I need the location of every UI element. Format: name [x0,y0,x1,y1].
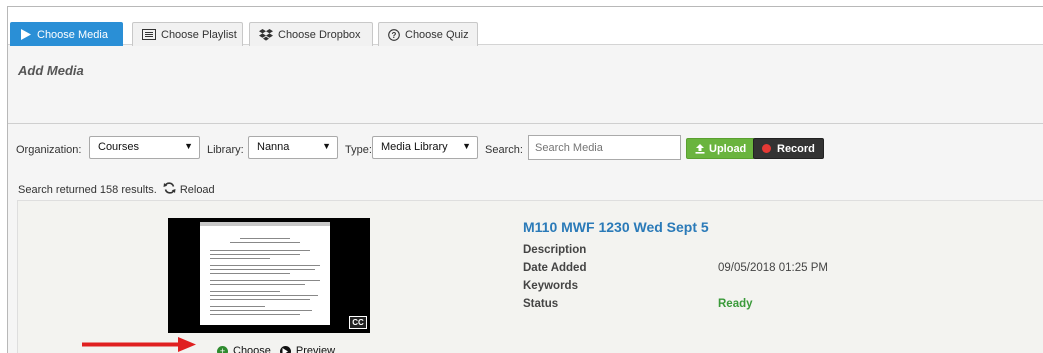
date-added-label: Date Added [523,262,587,274]
tab-choose-media[interactable]: Choose Media [10,22,123,46]
status-value: Ready [718,298,753,310]
playlist-icon [142,29,156,40]
svg-text:?: ? [392,31,397,40]
record-button[interactable]: Record [753,138,824,159]
search-input[interactable] [528,135,681,160]
tab-label: Choose Quiz [405,28,469,41]
choose-button[interactable]: + Choose [217,345,271,353]
media-title-link[interactable]: M110 MWF 1230 Wed Sept 5 [523,219,709,235]
header-area: Add Media [8,46,1043,124]
keywords-label: Keywords [523,280,578,292]
organization-select[interactable]: Courses ▼ [89,136,200,159]
results-count: Search returned 158 results. [18,183,157,196]
search-label: Search: [485,144,523,156]
plus-circle-icon: + [217,345,228,353]
reload-icon [163,182,176,197]
organization-value: Courses [98,141,139,153]
upload-button[interactable]: Upload [686,138,756,159]
tab-choose-quiz[interactable]: ? Choose Quiz [378,22,478,46]
tab-choose-dropbox[interactable]: Choose Dropbox [249,22,373,46]
organization-label: Organization: [16,144,82,156]
description-label: Description [523,244,587,256]
closed-captions-icon: CC [349,316,367,329]
library-label: Library: [207,144,244,156]
annotation-arrow-icon [82,337,196,352]
library-value: Nanna [257,141,290,153]
status-label: Status [523,298,559,310]
dropdown-arrow-icon: ▼ [184,141,193,151]
document-preview-image [200,222,330,325]
media-result-item: CC + Choose Preview M110 MWF 1230 Wed Se… [17,200,1043,353]
type-select[interactable]: Media Library ▼ [372,136,478,159]
library-select[interactable]: Nanna ▼ [248,136,338,159]
tab-label: Choose Dropbox [278,28,361,41]
type-value: Media Library [381,141,448,153]
dropbox-icon [259,28,273,41]
choose-label: Choose [233,345,271,353]
record-label: Record [777,142,815,155]
preview-button[interactable]: Preview [279,345,336,353]
media-thumbnail[interactable]: CC [168,218,370,333]
tab-label: Choose Playlist [161,28,237,41]
item-actions: + Choose Preview [217,345,344,353]
upload-icon [695,143,705,154]
preview-label: Preview [295,345,336,353]
play-icon [20,29,32,40]
upload-label: Upload [709,142,747,155]
question-icon: ? [388,28,400,41]
tab-bar: Choose Media Choose Playlist Choose Drop… [8,7,1043,46]
media-chooser-window: Choose Media Choose Playlist Choose Drop… [7,6,1043,353]
reload-label: Reload [179,183,215,196]
page-title: Add Media [18,63,84,78]
tab-label: Choose Media [37,28,108,41]
dropdown-arrow-icon: ▼ [322,141,331,151]
tab-choose-playlist[interactable]: Choose Playlist [132,22,243,46]
reload-link[interactable]: Reload [163,182,215,197]
type-label: Type: [345,144,372,156]
results-summary: Search returned 158 results. Reload [18,182,215,197]
play-circle-icon [279,345,291,353]
date-added-value: 09/05/2018 01:25 PM [718,262,828,274]
dropdown-arrow-icon: ▼ [462,141,471,151]
filter-bar: Organization: Courses ▼ Library: Nanna ▼… [8,125,1043,175]
record-dot-icon [762,144,771,153]
